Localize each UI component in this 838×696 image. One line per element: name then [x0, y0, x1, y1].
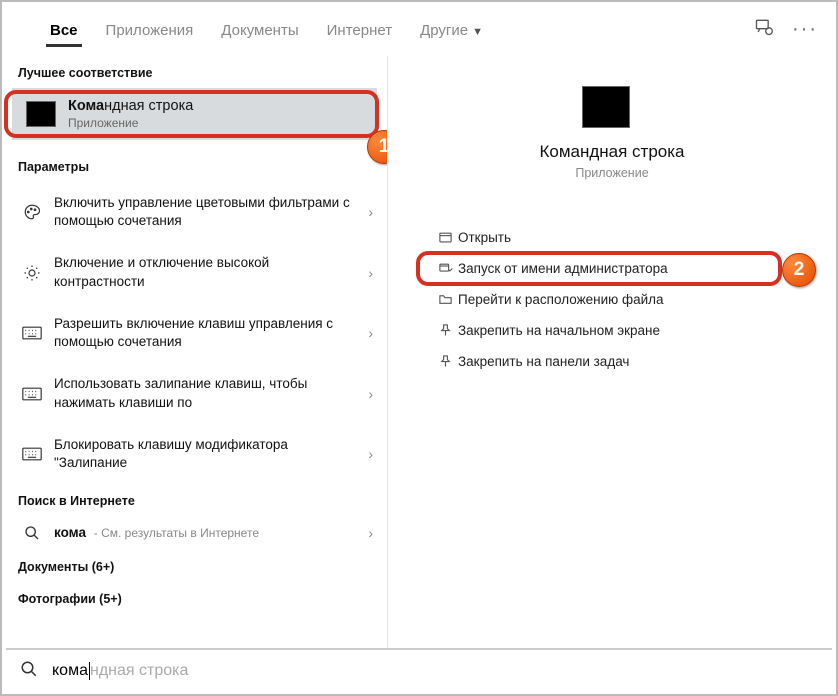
- action-pin-taskbar[interactable]: Закрепить на панели задач: [412, 346, 812, 377]
- tab-documents[interactable]: Документы: [207, 4, 312, 55]
- action-run-as-admin[interactable]: Запуск от имени администратора: [412, 253, 812, 284]
- chevron-right-icon: ›: [368, 446, 373, 462]
- tab-more[interactable]: Другие▼: [406, 4, 497, 55]
- app-large-icon: [582, 86, 630, 128]
- pin-icon: [432, 354, 458, 369]
- tab-internet[interactable]: Интернет: [313, 4, 406, 55]
- search-bar[interactable]: командная строка: [6, 648, 832, 692]
- action-open[interactable]: Открыть: [412, 222, 812, 253]
- best-match-title: Командная строка: [68, 98, 193, 114]
- setting-item-lock-modifier[interactable]: Блокировать клавишу модификатора "Залипа…: [2, 424, 387, 484]
- setting-item-sticky-keys[interactable]: Использовать залипание клавиш, чтобы наж…: [2, 363, 387, 423]
- chevron-right-icon: ›: [368, 386, 373, 402]
- search-autocomplete: ндная строка: [90, 662, 188, 680]
- chevron-right-icon: ›: [368, 265, 373, 281]
- results-panel: Лучшее соответствие Командная строка При…: [2, 56, 388, 648]
- documents-group[interactable]: Документы (6+): [2, 550, 387, 582]
- keyboard-icon: [20, 447, 44, 461]
- detail-subtitle: Приложение: [575, 166, 648, 180]
- brightness-icon: [20, 264, 44, 282]
- action-open-location[interactable]: Перейти к расположению файла: [412, 284, 812, 315]
- open-icon: [432, 230, 458, 245]
- photos-group[interactable]: Фотографии (5+): [2, 582, 387, 614]
- search-window: Все Приложения Документы Интернет Другие…: [0, 0, 838, 696]
- best-match-subtitle: Приложение: [68, 116, 193, 130]
- best-match-item[interactable]: Командная строка Приложение: [12, 88, 377, 140]
- more-options-icon[interactable]: ···: [784, 18, 826, 41]
- chevron-right-icon: ›: [368, 204, 373, 220]
- tab-all[interactable]: Все: [36, 4, 92, 55]
- keyboard-icon: [20, 387, 44, 401]
- detail-title: Командная строка: [539, 142, 684, 162]
- detail-panel: Командная строка Приложение Открыть Запу…: [388, 56, 836, 648]
- folder-icon: [432, 292, 458, 307]
- annotation-badge-2: 2: [782, 253, 816, 287]
- feedback-icon[interactable]: [744, 17, 784, 42]
- web-search-item[interactable]: кома - См. результаты в Интернете ›: [2, 516, 387, 550]
- annotation-badge-1: 1: [367, 130, 388, 164]
- action-pin-start[interactable]: Закрепить на начальном экране: [412, 315, 812, 346]
- search-typed-text: кома: [52, 662, 88, 680]
- search-icon: [20, 660, 38, 683]
- cmd-icon: [26, 101, 56, 127]
- pin-icon: [432, 323, 458, 338]
- admin-icon: [432, 261, 458, 276]
- best-match-label: Лучшее соответствие: [2, 56, 387, 88]
- settings-label: Параметры: [2, 150, 387, 182]
- web-search-label: Поиск в Интернете: [2, 484, 387, 516]
- search-icon: [20, 525, 44, 541]
- keyboard-icon: [20, 326, 44, 340]
- setting-item-control-keys[interactable]: Разрешить включение клавиш управления с …: [2, 303, 387, 363]
- tab-apps[interactable]: Приложения: [92, 4, 208, 55]
- chevron-right-icon: ›: [368, 525, 373, 541]
- palette-icon: [20, 203, 44, 221]
- setting-item-color-filters[interactable]: Включить управление цветовыми фильтрами …: [2, 182, 387, 242]
- chevron-right-icon: ›: [368, 325, 373, 341]
- setting-item-contrast[interactable]: Включение и отключение высокой контрастн…: [2, 242, 387, 302]
- category-tabs: Все Приложения Документы Интернет Другие…: [2, 2, 836, 56]
- chevron-down-icon: ▼: [472, 26, 483, 38]
